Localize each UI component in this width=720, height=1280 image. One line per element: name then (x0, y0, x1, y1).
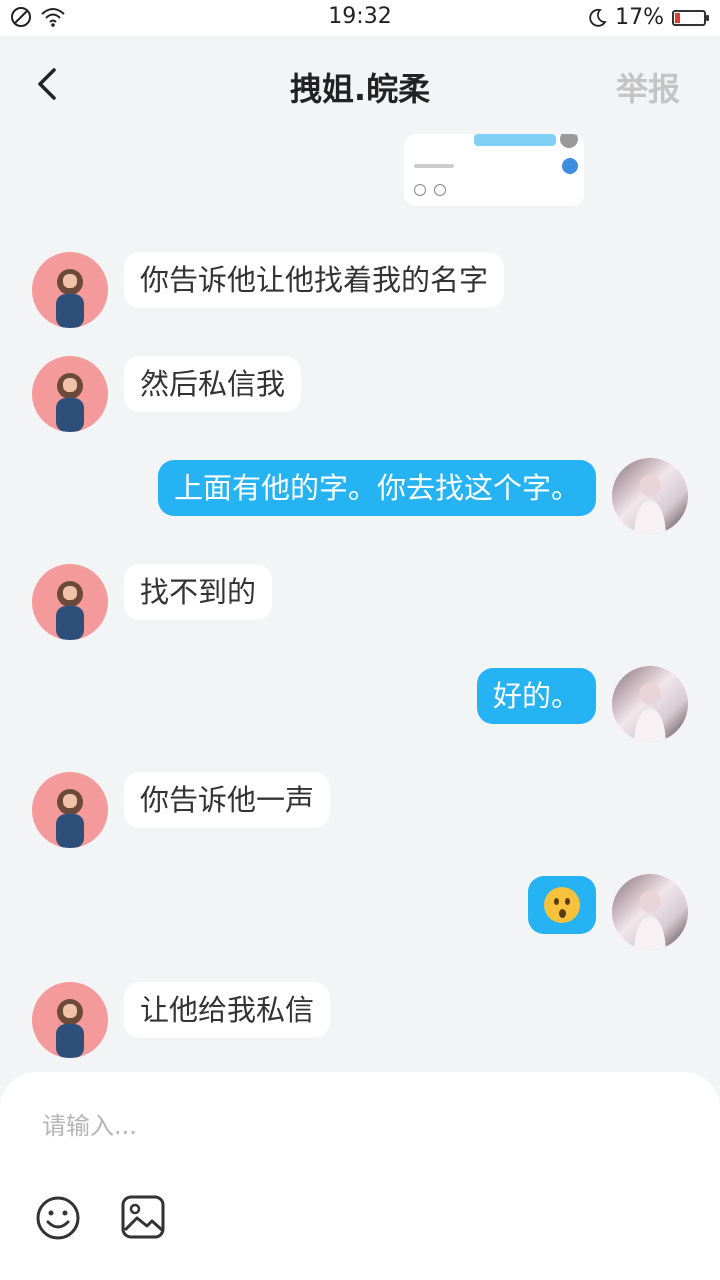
moon-icon (589, 8, 607, 27)
battery-icon (672, 9, 709, 26)
page-title: 拽姐.皖柔 (289, 70, 431, 108)
status-right-icons: 17% (587, 5, 709, 30)
message-composer (0, 1072, 720, 1280)
sent-message: 好的。 (476, 668, 596, 724)
sent-message (528, 876, 596, 934)
message-input[interactable] (40, 1100, 684, 1152)
image-button[interactable] (120, 1194, 166, 1240)
contact-avatar[interactable] (32, 772, 108, 848)
image-icon (121, 1195, 165, 1239)
emoji-button[interactable] (34, 1194, 82, 1242)
received-message: 你告诉他一声 (124, 772, 331, 828)
report-button[interactable]: 举报 (616, 64, 680, 110)
emoji-icon (36, 1196, 80, 1240)
contact-avatar[interactable] (32, 564, 108, 640)
my-avatar[interactable] (612, 874, 688, 950)
received-message: 你告诉他让他找着我的名字 (124, 252, 505, 308)
received-message: 让他给我私信 (124, 982, 331, 1038)
contact-avatar[interactable] (32, 252, 108, 328)
chat-header: 拽姐.皖柔 举报 (0, 36, 720, 132)
hushed-face-emoji-icon (544, 887, 580, 923)
my-avatar[interactable] (612, 458, 688, 534)
status-bar: 19:32 17% (0, 0, 720, 36)
shared-image-message[interactable] (404, 134, 584, 206)
my-avatar[interactable] (612, 666, 688, 742)
battery-percent: 17% (615, 5, 664, 30)
received-message: 然后私信我 (124, 356, 302, 412)
contact-avatar[interactable] (32, 982, 108, 1058)
sent-message: 上面有他的字。你去找这个字。 (157, 460, 596, 516)
received-message: 找不到的 (124, 564, 273, 620)
contact-avatar[interactable] (32, 356, 108, 432)
